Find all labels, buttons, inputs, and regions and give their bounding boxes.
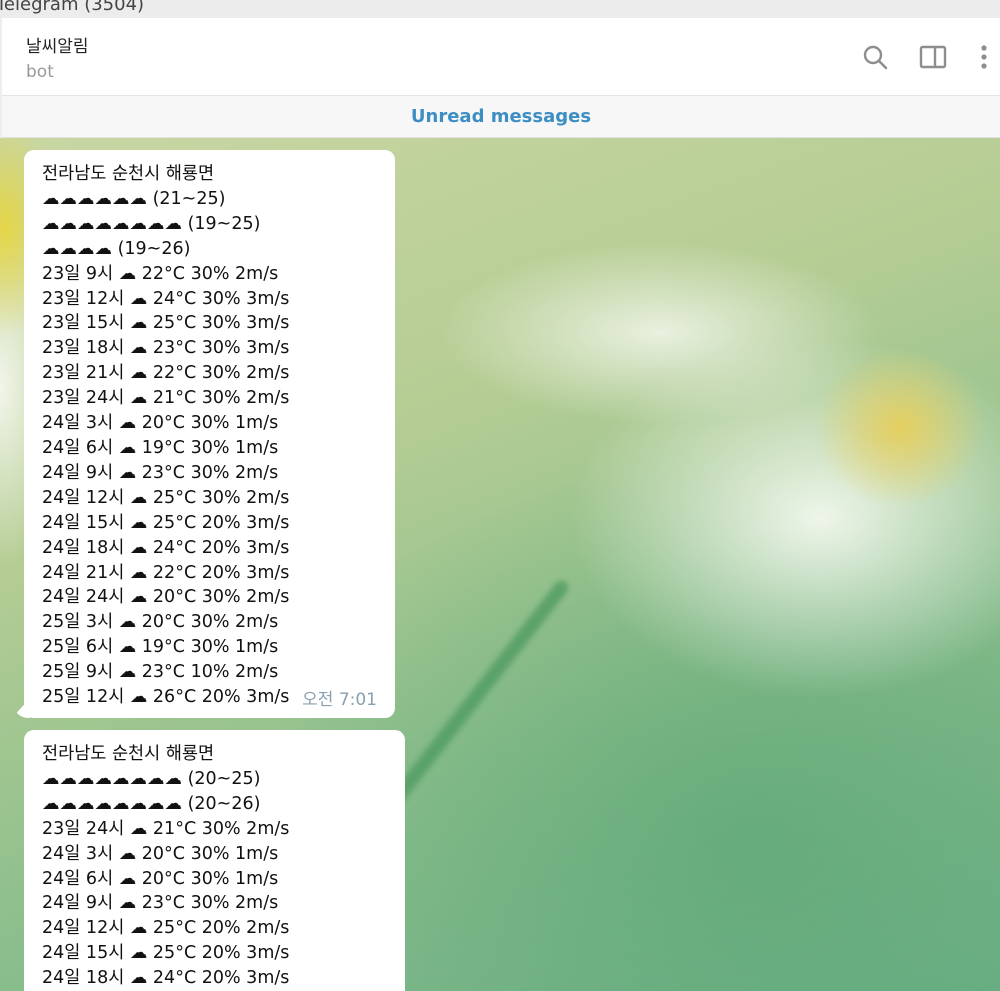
message-line: 25일 9시 ☁ 23°C 10% 2m/s	[42, 662, 279, 683]
message-line: 24일 15시 ☁ 25°C 20% 3m/s	[42, 943, 290, 964]
message-line: ☁☁☁☁☁☁☁☁ (20~25)	[42, 768, 261, 789]
chat-name[interactable]: 날씨알림	[26, 32, 89, 57]
search-icon[interactable]	[860, 42, 890, 72]
message-line: 24일 18시 ☁ 24°C 20% 3m/s	[42, 537, 290, 558]
message-line: 23일 9시 ☁ 22°C 30% 2m/s	[42, 263, 279, 284]
message-line: 24일 21시 ☁ 22°C 20% 3m/s	[42, 562, 290, 583]
message-line: 24일 18시 ☁ 24°C 20% 3m/s	[42, 968, 290, 989]
message-line: 24일 9시 ☁ 23°C 30% 2m/s	[42, 462, 279, 483]
message-line: ☁☁☁☁☁☁☁☁ (20~26)	[42, 793, 261, 814]
message-bubble[interactable]: 전라남도 순천시 해룡면 ☁☁☁☁☁☁ (21~25) ☁☁☁☁☁☁☁☁ (19…	[24, 150, 395, 718]
message-line: 25일 3시 ☁ 20°C 30% 2m/s	[42, 612, 279, 633]
message-line: 전라남도 순천시 해룡면	[42, 744, 215, 764]
message-line: 24일 24시 ☁ 20°C 30% 2m/s	[42, 587, 290, 608]
message-line: 25일 6시 ☁ 19°C 30% 1m/s	[42, 637, 279, 658]
message-line: 23일 18시 ☁ 23°C 30% 3m/s	[42, 338, 290, 359]
unread-messages-label: Unread messages	[410, 106, 592, 127]
message-timestamp: 오전 7:01	[302, 690, 377, 710]
window-title-bar: Telegram (3504)	[0, 0, 1000, 18]
message-line: 23일 21시 ☁ 22°C 30% 2m/s	[42, 363, 290, 384]
message-line: 24일 6시 ☁ 20°C 30% 1m/s	[42, 868, 279, 889]
message-line: 24일 15시 ☁ 25°C 20% 3m/s	[42, 512, 290, 533]
sidebar-toggle-icon[interactable]	[918, 42, 948, 72]
message-line: 23일 24시 ☁ 21°C 30% 2m/s	[42, 388, 290, 409]
message-line: 23일 12시 ☁ 24°C 30% 3m/s	[42, 288, 290, 309]
chat-header[interactable]: 날씨알림 bot	[2, 18, 1000, 96]
message-bubble[interactable]: 전라남도 순천시 해룡면 ☁☁☁☁☁☁☁☁ (20~25) ☁☁☁☁☁☁☁☁ (…	[24, 730, 405, 991]
message-line: 24일 6시 ☁ 19°C 30% 1m/s	[42, 437, 279, 458]
unread-messages-bar: Unread messages	[2, 96, 1000, 138]
window-title: Telegram (3504)	[0, 0, 145, 15]
message-line: ☁☁☁☁ (19~26)	[42, 238, 191, 259]
message-line: 24일 12시 ☁ 25°C 20% 2m/s	[42, 918, 290, 939]
message-line: 23일 15시 ☁ 25°C 30% 3m/s	[42, 313, 290, 334]
chat-status: bot	[26, 62, 54, 82]
message-line: 24일 12시 ☁ 25°C 30% 2m/s	[42, 487, 290, 508]
message-line: 24일 3시 ☁ 20°C 30% 1m/s	[42, 843, 279, 864]
more-vertical-icon[interactable]	[972, 42, 996, 72]
message-line: 전라남도 순천시 해룡면	[42, 164, 215, 184]
message-line: 24일 3시 ☁ 20°C 30% 1m/s	[42, 413, 279, 434]
message-line: 23일 24시 ☁ 21°C 30% 2m/s	[42, 818, 290, 839]
message-line: ☁☁☁☁☁☁ (21~25)	[42, 188, 226, 209]
message-line: ☁☁☁☁☁☁☁☁ (19~25)	[42, 213, 261, 234]
message-line: 24일 9시 ☁ 23°C 30% 2m/s	[42, 893, 279, 914]
message-list[interactable]: 전라남도 순천시 해룡면 ☁☁☁☁☁☁ (21~25) ☁☁☁☁☁☁☁☁ (19…	[0, 138, 1000, 991]
